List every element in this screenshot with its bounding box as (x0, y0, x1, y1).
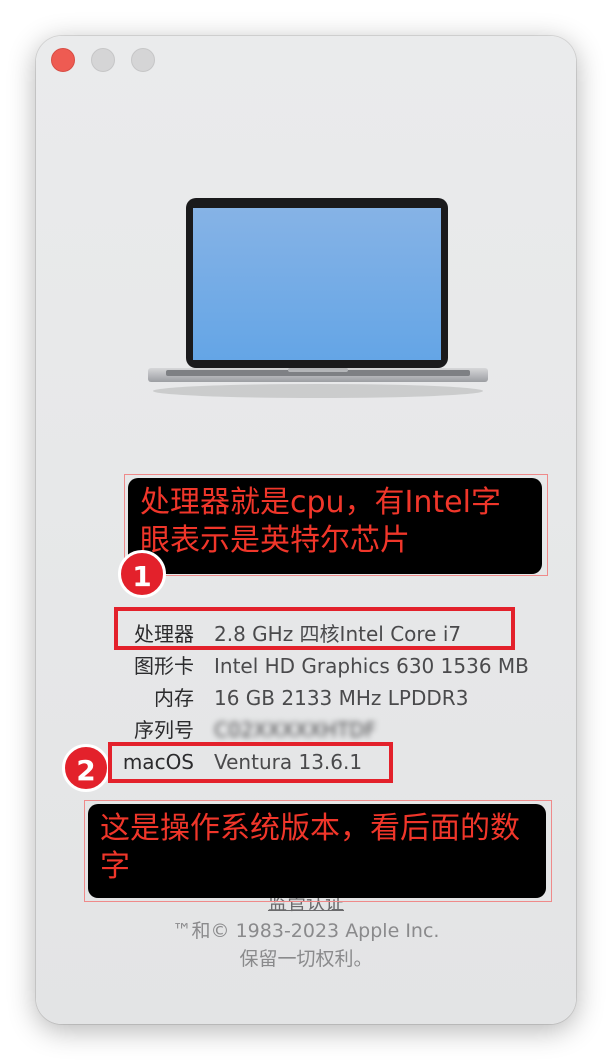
annotation-callout-macos: 这是操作系统版本，看后面的数字 (88, 804, 546, 898)
spec-label: 图形卡 (134, 654, 194, 678)
spec-label: 内存 (154, 686, 194, 710)
macbook-pro-image (148, 198, 488, 398)
annotation-badge-1: 1 (118, 550, 166, 598)
spec-value-serial: C02XXXXXHTDF (214, 718, 377, 742)
annotation-badge-2: 2 (62, 744, 110, 792)
spec-value: Intel HD Graphics 630 1536 MB (214, 654, 529, 678)
annotation-callout-processor: 处理器就是cpu，有Intel字眼表示是英特尔芯片 (128, 478, 542, 574)
highlight-macos (108, 742, 393, 783)
copyright-text: ™和© 1983-2023 Apple Inc. (172, 920, 440, 942)
close-button[interactable] (51, 48, 75, 72)
spec-label: 序列号 (134, 718, 194, 742)
maximize-button[interactable] (131, 48, 155, 72)
spec-value: 16 GB 2133 MHz LPDDR3 (214, 686, 469, 710)
rights-text: 保留一切权利。 (239, 948, 373, 970)
minimize-button[interactable] (91, 48, 115, 72)
highlight-processor (114, 607, 515, 650)
